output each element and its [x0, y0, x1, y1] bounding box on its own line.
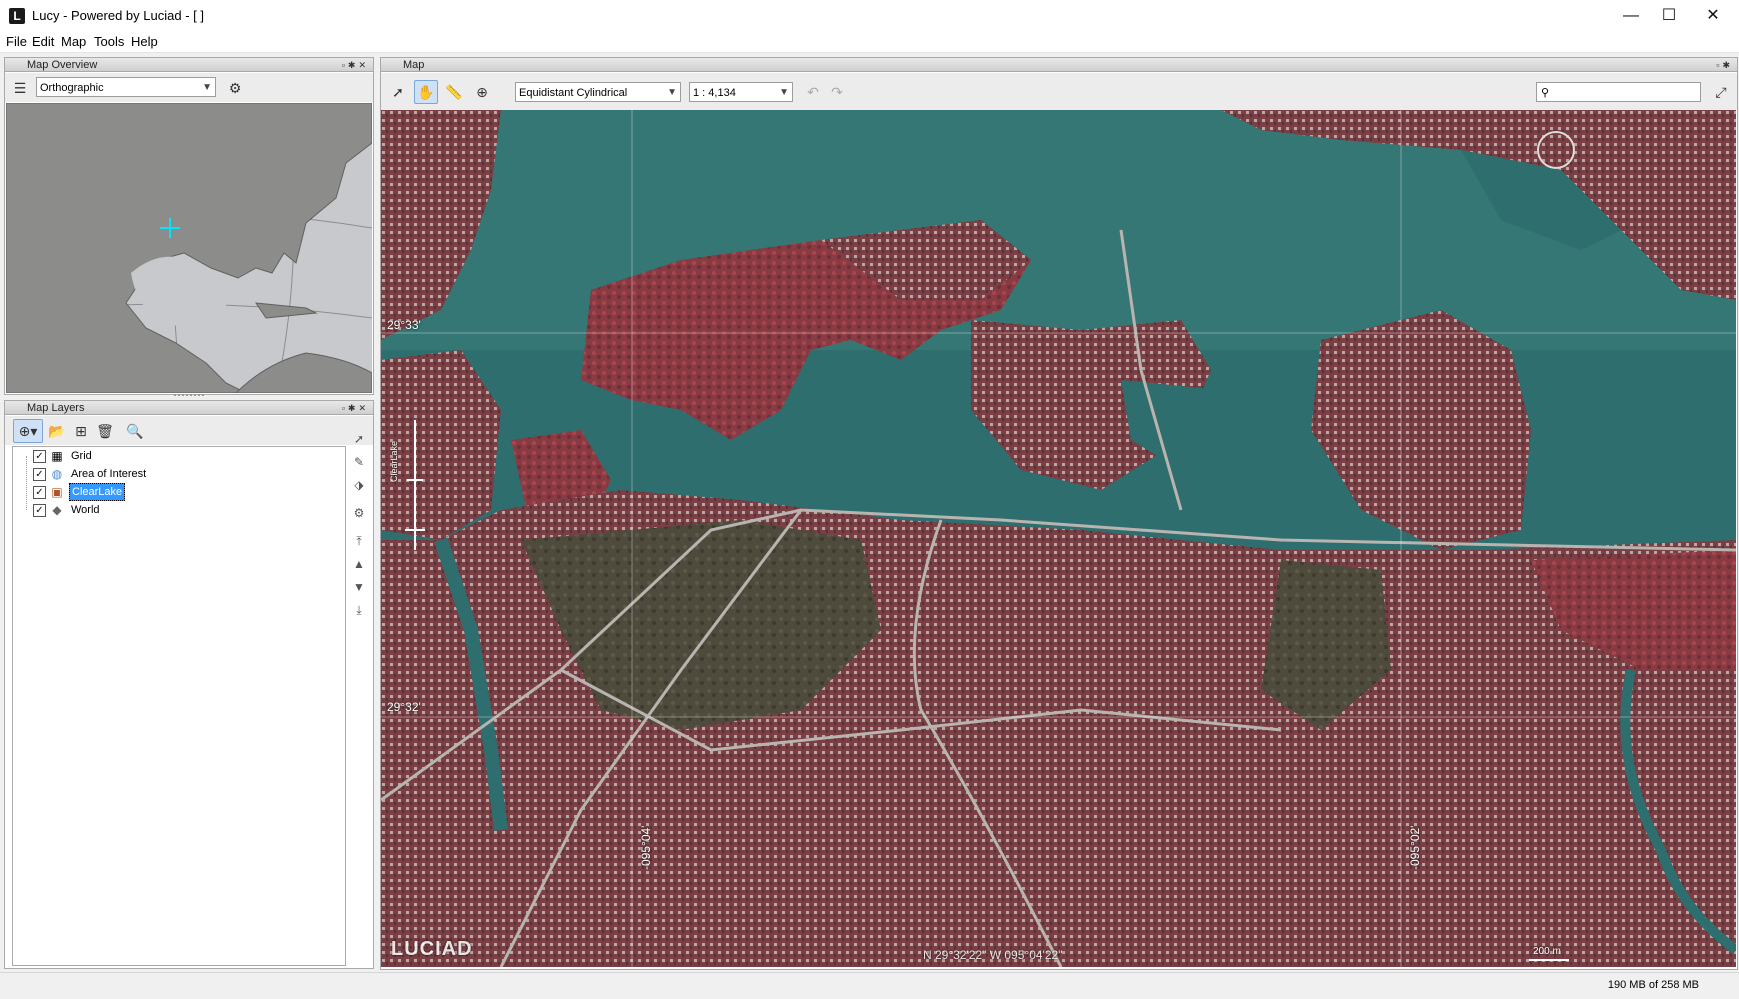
- move-up-icon[interactable]: ▲: [350, 555, 368, 573]
- luciad-watermark: LUCIAD: [391, 938, 473, 960]
- lat-label-bottom: 29°32': [387, 700, 421, 714]
- window-title: Lucy - Powered by Luciad - [ ]: [32, 8, 204, 23]
- label-tag-icon[interactable]: ⬗: [350, 476, 368, 494]
- pan-hand-icon[interactable]: ✋: [414, 80, 438, 104]
- grid-icon: ▦: [51, 449, 63, 463]
- open-file-icon[interactable]: 📂: [45, 419, 69, 443]
- add-layer-icon[interactable]: ⊕▾: [13, 419, 43, 443]
- overview-projection-select[interactable]: Orthographic ▼: [36, 77, 216, 97]
- projection-select[interactable]: Equidistant Cylindrical ▼: [515, 82, 681, 102]
- raster-image-icon: ▣: [51, 485, 63, 499]
- layer-name-selected: ClearLake: [69, 483, 126, 501]
- layer-row-world[interactable]: ✓ ◆ World: [13, 501, 343, 519]
- app-logo-icon: L: [9, 8, 25, 24]
- projection-value: Equidistant Cylindrical: [519, 87, 628, 99]
- overview-globe: [6, 103, 372, 393]
- panel-window-controls[interactable]: ▫✱✕: [342, 401, 369, 415]
- layer-slider-label: ClearLake: [389, 440, 399, 482]
- aerial-imagery: [381, 110, 1736, 967]
- menu-tools[interactable]: Tools: [94, 34, 124, 50]
- layer-row-clearlake[interactable]: ✓ ▣ ClearLake: [13, 483, 343, 501]
- layer-tree: ✓ ▦ Grid ✓ ◍ Area of Interest ✓ ▣ ClearL…: [12, 446, 346, 966]
- chevron-down-icon: ▼: [202, 82, 212, 93]
- recenter-target-icon[interactable]: ⊕: [470, 80, 494, 104]
- chevron-down-icon: ▼: [779, 87, 789, 98]
- map-layers-header: Map Layers ▫✱✕: [5, 401, 373, 415]
- layer-name: Grid: [71, 450, 92, 462]
- checkbox-icon[interactable]: ✓: [33, 468, 46, 481]
- menu-help[interactable]: Help: [131, 34, 158, 50]
- redo-icon[interactable]: ↷: [825, 80, 849, 104]
- panel-window-controls[interactable]: ▫✱: [1716, 58, 1733, 72]
- map-search-input[interactable]: ⚲: [1536, 82, 1701, 102]
- move-down-icon[interactable]: ▼: [350, 578, 368, 596]
- overview-projection-value: Orthographic: [40, 82, 104, 94]
- scale-select[interactable]: 1 : 4,134 ▼: [689, 82, 793, 102]
- chevron-down-icon: ▼: [667, 87, 677, 98]
- overview-map[interactable]: [6, 103, 372, 393]
- map-overview-header: Map Overview ▫✱✕: [5, 58, 373, 72]
- map-toolbar: ➚ ✋ 📏 ⊕ Equidistant Cylindrical ▼ 1 : 4,…: [381, 73, 1737, 110]
- cursor-coordinates: N 29°32'22" W 095°04'22": [923, 948, 1063, 962]
- add-service-icon[interactable]: ⊞: [69, 419, 93, 443]
- edit-pencil-icon[interactable]: ✎: [350, 453, 368, 471]
- title-bar: L Lucy - Powered by Luciad - [ ] — ☐ ✕: [0, 0, 1739, 32]
- close-button[interactable]: ✕: [1690, 0, 1736, 32]
- tree-connector: [26, 456, 28, 510]
- ruler-icon[interactable]: 📏: [442, 80, 466, 104]
- select-pointer-icon[interactable]: ➚: [350, 430, 368, 448]
- status-bar: 190 MB of 258 MB: [0, 972, 1739, 999]
- move-to-top-icon[interactable]: ⤒: [350, 532, 368, 550]
- move-to-bottom-icon[interactable]: ⤓: [350, 601, 368, 619]
- map-layers-title: Map Layers: [27, 402, 85, 414]
- undo-icon[interactable]: ↶: [801, 80, 825, 104]
- scale-bar-label: 200 m: [1533, 946, 1561, 957]
- checkbox-icon[interactable]: ✓: [33, 450, 46, 463]
- layer-list-icon[interactable]: ☰: [8, 76, 32, 100]
- map-panel-title: Map: [403, 59, 425, 71]
- map-layers-toolbar: ⊕▾ 📂 ⊞ 🗑 🔍: [5, 416, 373, 445]
- scale-value: 1 : 4,134: [693, 87, 736, 99]
- menu-bar: File Edit Map Tools Help: [0, 32, 1739, 53]
- fullscreen-icon[interactable]: ⤢: [1709, 80, 1733, 104]
- menu-edit[interactable]: Edit: [32, 34, 54, 50]
- overview-settings-icon[interactable]: ⚙: [223, 76, 247, 100]
- lon-label-right: -095°02': [1408, 825, 1422, 870]
- checkbox-icon[interactable]: ✓: [33, 504, 46, 517]
- map-panel-header: Map ▫✱: [381, 58, 1737, 72]
- lat-label-top: 29°33': [387, 318, 421, 332]
- panel-window-controls[interactable]: ▫✱✕: [342, 58, 369, 72]
- select-pointer-icon[interactable]: ➚: [386, 80, 410, 104]
- layer-properties-icon[interactable]: ⚙: [350, 504, 368, 522]
- map-overview-toolbar: ☰ Orthographic ▼ ⚙: [5, 73, 373, 102]
- delete-layer-icon[interactable]: 🗑: [93, 419, 117, 443]
- lon-label-left: -095°04': [639, 825, 653, 870]
- fit-to-layer-icon[interactable]: 🔍: [123, 419, 147, 443]
- maximize-button[interactable]: ☐: [1646, 0, 1692, 32]
- menu-file[interactable]: File: [6, 34, 27, 50]
- search-icon: ⚲: [1541, 87, 1550, 99]
- layer-name: Area of Interest: [71, 468, 147, 480]
- layer-row-area-of-interest[interactable]: ✓ ◍ Area of Interest: [13, 465, 343, 483]
- checkbox-icon[interactable]: ✓: [33, 486, 46, 499]
- layer-name: World: [71, 504, 100, 516]
- world-shape-icon: ◆: [52, 503, 62, 517]
- map-view[interactable]: 29°33' 29°32' -095°04' -095°02' ClearLak…: [381, 110, 1736, 967]
- menu-map[interactable]: Map: [61, 34, 86, 50]
- area-of-interest-icon: ◍: [51, 467, 63, 481]
- map-overview-title: Map Overview: [27, 59, 98, 71]
- memory-usage: 190 MB of 258 MB: [1607, 979, 1699, 991]
- layer-row-grid[interactable]: ✓ ▦ Grid: [13, 447, 343, 465]
